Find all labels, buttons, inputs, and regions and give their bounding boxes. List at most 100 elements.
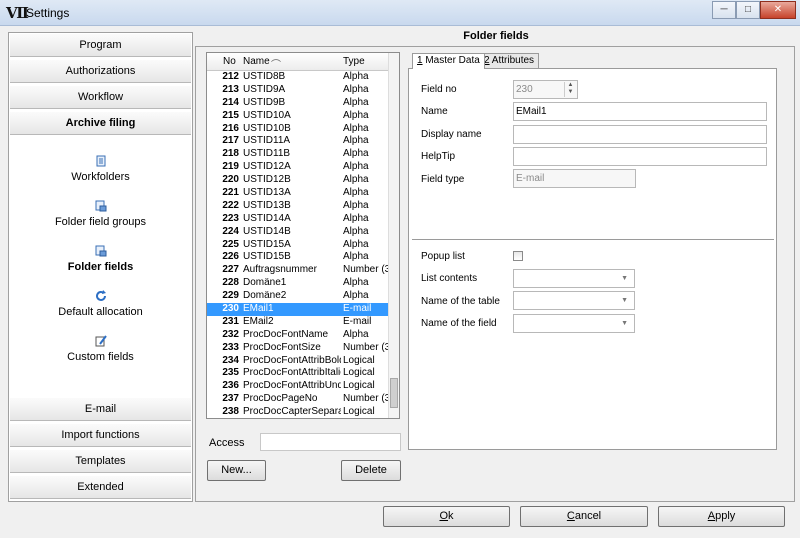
sub-item-workfolders[interactable]: Workfolders	[10, 155, 191, 183]
minimize-button[interactable]: ─	[712, 1, 736, 19]
cell-no: 223	[222, 212, 239, 224]
sub-item-folder-field-groups[interactable]: Folder field groups	[10, 200, 191, 228]
table-row[interactable]: 233 ProcDocFontSize Number (32	[207, 342, 391, 355]
cell-type: Alpha	[343, 251, 369, 263]
access-input[interactable]	[260, 433, 401, 451]
table-row[interactable]: 226 USTID15B Alpha	[207, 251, 390, 264]
table-row[interactable]: 229 Domäne2 Alpha	[207, 290, 390, 303]
title-bar: Ⅶ Settings ─ □ ✕	[0, 0, 800, 26]
nav-archive-filing[interactable]: Archive filing	[10, 111, 191, 135]
cell-name: ProcDocPageNo	[243, 393, 318, 405]
nav-e-mail[interactable]: E-mail	[10, 397, 191, 421]
cell-no: 226	[222, 251, 239, 263]
nav-templates[interactable]: Templates	[10, 449, 191, 473]
cell-type: Alpha	[343, 83, 369, 95]
table-row[interactable]: 227 Auftragsnummer Number (32	[207, 264, 391, 277]
field-name-select[interactable]: ▼	[513, 314, 635, 333]
cell-no: 237	[222, 393, 239, 405]
nav-extended[interactable]: Extended	[10, 475, 191, 499]
table-row[interactable]: 215 USTID10A Alpha	[207, 110, 390, 123]
helptip-field[interactable]	[513, 147, 767, 166]
cell-no: 222	[222, 199, 239, 211]
field-type-field[interactable]: E-mail	[513, 169, 636, 188]
table-row[interactable]: 212 USTID8B Alpha	[207, 71, 390, 84]
cell-no: 220	[222, 174, 239, 186]
list-scrollbar[interactable]	[388, 53, 399, 418]
access-label: Access	[209, 437, 245, 449]
cell-no: 235	[222, 367, 239, 379]
display-name-label: Display name	[421, 129, 482, 140]
table-row[interactable]: 221 USTID13A Alpha	[207, 187, 390, 200]
tab-master-data[interactable]: 1 Master Data	[412, 53, 485, 69]
cell-no: 218	[222, 148, 239, 160]
table-row[interactable]: 218 USTID11B Alpha	[207, 148, 390, 161]
table-row[interactable]: 225 USTID15A Alpha	[207, 239, 390, 252]
popup-list-checkbox[interactable]	[513, 251, 523, 261]
table-row[interactable]: 217 USTID11A Alpha	[207, 135, 390, 148]
table-row[interactable]: 213 USTID9A Alpha	[207, 84, 390, 97]
column-header-name[interactable]: Name	[243, 56, 270, 67]
nav-authorizations[interactable]: Authorizations	[10, 59, 191, 83]
tab-attributes[interactable]: 2 Attributes	[479, 53, 540, 68]
column-header-type[interactable]: Type	[343, 56, 365, 67]
cell-name: USTID9B	[243, 96, 286, 108]
sub-item-folder-fields[interactable]: Folder fields	[10, 245, 191, 273]
cell-no: 231	[222, 315, 239, 327]
sub-item-label: Folder fields	[67, 261, 134, 273]
close-button[interactable]: ✕	[760, 1, 796, 19]
list-contents-select[interactable]: ▼	[513, 269, 635, 288]
table-row[interactable]: 216 USTID10B Alpha	[207, 123, 390, 136]
cell-type: Alpha	[343, 238, 369, 250]
table-row[interactable]: 220 USTID12B Alpha	[207, 174, 390, 187]
table-name-select[interactable]: ▼	[513, 291, 635, 310]
ok-label: k	[448, 510, 454, 522]
table-row[interactable]: 219 USTID12A Alpha	[207, 161, 390, 174]
cancel-mnemonic: C	[566, 510, 575, 522]
tab-label: Master Data	[422, 55, 480, 66]
table-row[interactable]: 228 Domäne1 Alpha	[207, 277, 390, 290]
name-field[interactable]: EMail1	[513, 102, 767, 121]
column-header-no[interactable]: No	[223, 56, 236, 67]
settings-navigation: Program Authorizations Workflow Archive …	[8, 32, 193, 502]
table-row[interactable]: 236 ProcDocFontAttribUnderliLogical	[207, 380, 390, 393]
table-row[interactable]: 214 USTID9B Alpha	[207, 97, 390, 110]
table-row[interactable]: 235 ProcDocFontAttribItalic Logical	[207, 367, 390, 380]
edit-doc-icon	[95, 335, 107, 347]
nav-import-functions[interactable]: Import functions	[10, 423, 191, 447]
sub-item-default-allocation[interactable]: Default allocation	[10, 290, 191, 318]
new-button[interactable]: New...	[207, 460, 266, 481]
cell-name: USTID12B	[243, 174, 291, 186]
sub-item-custom-fields[interactable]: Custom fields	[10, 335, 191, 363]
table-row[interactable]: 223 USTID14A Alpha	[207, 213, 390, 226]
apply-mnemonic: A	[707, 510, 716, 522]
stepper-arrows-icon[interactable]: ▲ ▼	[564, 82, 576, 97]
delete-button[interactable]: Delete	[341, 460, 401, 481]
table-row[interactable]: 232 ProcDocFontName Alpha	[207, 329, 390, 342]
table-row[interactable]: 237 ProcDocPageNo Number (32	[207, 393, 391, 406]
maximize-button[interactable]: □	[736, 1, 760, 19]
table-row[interactable]: 230 EMail1 E-mail	[207, 303, 390, 316]
nav-program[interactable]: Program	[10, 33, 191, 57]
apply-button[interactable]: Apply	[658, 506, 785, 527]
cancel-button[interactable]: Cancel	[520, 506, 648, 527]
table-row[interactable]: 234 ProcDocFontAttribBold Logical	[207, 355, 390, 368]
nav-workflow[interactable]: Workflow	[10, 85, 191, 109]
table-row[interactable]: 231 EMail2 E-mail	[207, 316, 390, 329]
cell-type: Alpha	[343, 161, 369, 173]
field-no-label: Field no	[421, 84, 457, 95]
table-row[interactable]: 222 USTID13B Alpha	[207, 200, 390, 213]
scrollbar-thumb[interactable]	[390, 378, 398, 408]
section-divider	[412, 239, 774, 240]
table-row[interactable]: 224 USTID14B Alpha	[207, 226, 390, 239]
field-no-stepper[interactable]: 230 ▲ ▼	[513, 80, 578, 99]
cell-no: 215	[222, 109, 239, 121]
display-name-field[interactable]	[513, 125, 767, 144]
cell-no: 224	[222, 225, 239, 237]
cell-name: USTID9A	[243, 83, 286, 95]
sort-indicator-icon: ⌒	[271, 60, 281, 71]
ok-button[interactable]: Ok	[383, 506, 510, 527]
list-header: No Name ⌒ Type	[207, 53, 393, 71]
table-row[interactable]: 238 ProcDocCapterSeparatecLogical	[207, 406, 390, 418]
folder-fields-list[interactable]: No Name ⌒ Type 212 USTID8B Alpha 213 USTID9A…	[206, 52, 400, 419]
cell-type: Alpha	[343, 135, 369, 147]
